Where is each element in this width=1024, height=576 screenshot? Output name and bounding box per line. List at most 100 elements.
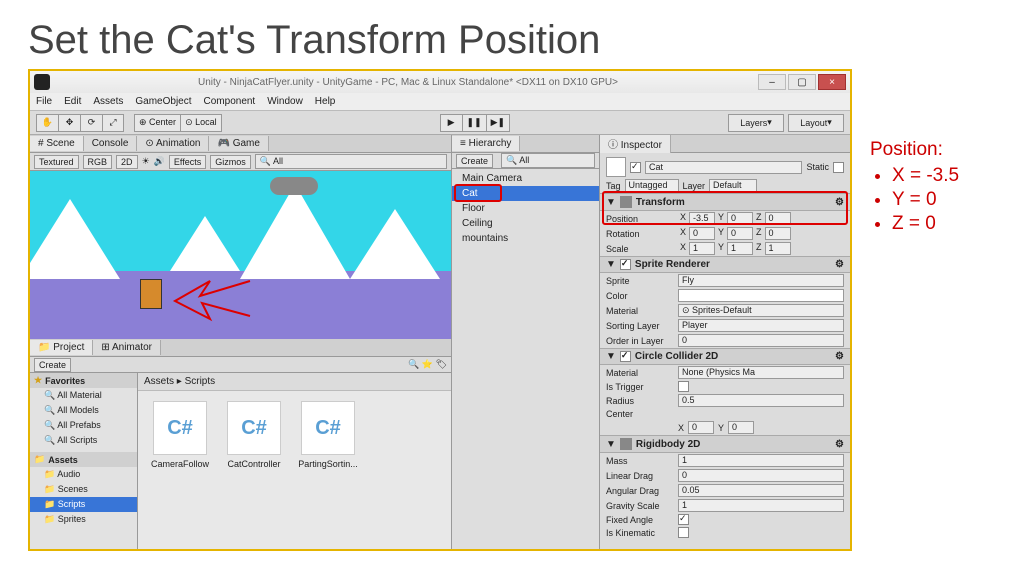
scene-view[interactable]	[30, 171, 451, 339]
effects-dropdown[interactable]: Effects	[169, 155, 206, 169]
rotate-tool[interactable]: ⟳	[80, 114, 102, 132]
minimize-button[interactable]: –	[758, 74, 786, 90]
gear-icon[interactable]: ⚙	[835, 351, 844, 362]
layout-dropdown[interactable]: Layout ▾	[788, 114, 844, 132]
mass-field[interactable]: 1	[678, 454, 844, 467]
hand-tool[interactable]: ✋	[36, 114, 58, 132]
file-camerafollow[interactable]: C#CameraFollow	[148, 401, 212, 469]
rigidbody-component[interactable]: ▼Rigidbody 2D⚙	[600, 435, 850, 453]
menu-help[interactable]: Help	[315, 96, 336, 107]
fixed-checkbox[interactable]	[678, 514, 689, 525]
tab-inspector[interactable]: ⓘ Inspector	[600, 135, 671, 153]
gizmos-dropdown[interactable]: Gizmos	[210, 155, 251, 169]
active-checkbox[interactable]	[630, 162, 641, 173]
menu-edit[interactable]: Edit	[64, 96, 81, 107]
fav-materials[interactable]: 🔍 All Material	[30, 388, 137, 403]
folder-audio[interactable]: 📁 Audio	[30, 467, 137, 482]
hierarchy-create[interactable]: Create	[456, 154, 493, 168]
menu-gameobject[interactable]: GameObject	[135, 96, 191, 107]
order-field[interactable]: 0	[678, 334, 844, 347]
render-mode[interactable]: Textured	[34, 155, 79, 169]
project-create[interactable]: Create	[34, 358, 71, 372]
hierarchy-search[interactable]: 🔍 All	[501, 153, 595, 168]
tab-project[interactable]: 📁 Project	[30, 340, 93, 355]
play-button[interactable]: ▶	[440, 114, 462, 132]
menu-window[interactable]: Window	[267, 96, 303, 107]
pivot-local[interactable]: ⊙ Local	[180, 114, 222, 132]
hierarchy-item-camera[interactable]: Main Camera	[452, 171, 599, 186]
tag-dropdown[interactable]: Untagged	[625, 179, 679, 192]
static-checkbox[interactable]	[833, 162, 844, 173]
gear-icon[interactable]: ⚙	[835, 259, 844, 270]
tab-animator[interactable]: ⊞ Animator	[93, 340, 161, 355]
tab-animation[interactable]: ⊙ Animation	[137, 136, 209, 151]
scene-search[interactable]: 🔍 All	[255, 154, 447, 169]
cat-sprite[interactable]	[130, 271, 174, 319]
material-field[interactable]: ⊙ Sprites-Default	[678, 304, 844, 317]
gear-icon[interactable]: ⚙	[835, 439, 844, 450]
kin-checkbox[interactable]	[678, 527, 689, 538]
pause-button[interactable]: ❚❚	[462, 114, 486, 132]
scale-tool[interactable]: ⤢	[102, 114, 124, 132]
scale-x[interactable]: 1	[689, 242, 715, 255]
hierarchy-item-ceiling[interactable]: Ceiling	[452, 216, 599, 231]
layers-dropdown[interactable]: Layers ▾	[728, 114, 784, 132]
scale-y[interactable]: 1	[727, 242, 753, 255]
lindrag-field[interactable]: 0	[678, 469, 844, 482]
audio-icon[interactable]: 🔊	[154, 156, 165, 167]
scale-z[interactable]: 1	[765, 242, 791, 255]
position-y[interactable]: 0	[727, 212, 753, 225]
menu-component[interactable]: Component	[204, 96, 256, 107]
hierarchy-item-mountains[interactable]: mountains	[452, 231, 599, 246]
rotation-z[interactable]: 0	[765, 227, 791, 240]
assets-header[interactable]: Assets	[48, 455, 78, 465]
menu-assets[interactable]: Assets	[93, 96, 123, 107]
color-field[interactable]	[678, 289, 844, 302]
rotation-x[interactable]: 0	[689, 227, 715, 240]
sprite-field[interactable]: Fly	[678, 274, 844, 287]
hierarchy-item-floor[interactable]: Floor	[452, 201, 599, 216]
sorting-layer[interactable]: Player	[678, 319, 844, 332]
fav-prefabs[interactable]: 🔍 All Prefabs	[30, 418, 137, 433]
angdrag-field[interactable]: 0.05	[678, 484, 844, 497]
trigger-checkbox[interactable]	[678, 381, 689, 392]
pivot-center[interactable]: ⊕ Center	[134, 114, 180, 132]
center-x[interactable]: 0	[688, 421, 714, 434]
menu-file[interactable]: File	[36, 96, 52, 107]
hierarchy-item-cat[interactable]: Cat	[452, 186, 599, 201]
tab-hierarchy[interactable]: ≡ Hierarchy	[452, 136, 520, 151]
col-material[interactable]: None (Physics Ma	[678, 366, 844, 379]
file-partingsorting[interactable]: C#PartingSortin...	[296, 401, 360, 469]
maximize-button[interactable]: ▢	[788, 74, 816, 90]
rgb-toggle[interactable]: RGB	[83, 155, 113, 169]
fav-scripts[interactable]: 🔍 All Scripts	[30, 433, 137, 448]
collider-component[interactable]: ▼Circle Collider 2D⚙	[600, 348, 850, 365]
rotation-y[interactable]: 0	[727, 227, 753, 240]
position-z[interactable]: 0	[765, 212, 791, 225]
folder-sprites[interactable]: 📁 Sprites	[30, 512, 137, 527]
position-x[interactable]: -3.5	[689, 212, 715, 225]
fav-models[interactable]: 🔍 All Models	[30, 403, 137, 418]
folder-scripts[interactable]: 📁 Scripts	[30, 497, 137, 512]
layer-dropdown[interactable]: Default	[709, 179, 757, 192]
2d-toggle[interactable]: 2D	[116, 155, 138, 169]
close-button[interactable]: ×	[818, 74, 846, 90]
move-tool[interactable]: ✥	[58, 114, 80, 132]
light-icon[interactable]: ☀	[142, 156, 150, 167]
tab-scene[interactable]: # Scene	[30, 136, 84, 151]
favorites-header[interactable]: Favorites	[45, 376, 85, 386]
file-catcontroller[interactable]: C#CatController	[222, 401, 286, 469]
gear-icon[interactable]: ⚙	[835, 197, 844, 208]
tab-game[interactable]: 🎮 Game	[209, 136, 268, 151]
breadcrumb[interactable]: Assets ▸ Scripts	[138, 373, 451, 391]
collider-enabled[interactable]	[620, 351, 631, 362]
grav-field[interactable]: 1	[678, 499, 844, 512]
name-field[interactable]: Cat	[645, 161, 802, 174]
tab-console[interactable]: Console	[84, 136, 138, 151]
center-y[interactable]: 0	[728, 421, 754, 434]
sprite-renderer-component[interactable]: ▼Sprite Renderer⚙	[600, 256, 850, 273]
radius-field[interactable]: 0.5	[678, 394, 844, 407]
project-search-icon[interactable]: 🔍 ⭐ 🏷	[408, 359, 447, 370]
folder-scenes[interactable]: 📁 Scenes	[30, 482, 137, 497]
sprite-enabled[interactable]	[620, 259, 631, 270]
